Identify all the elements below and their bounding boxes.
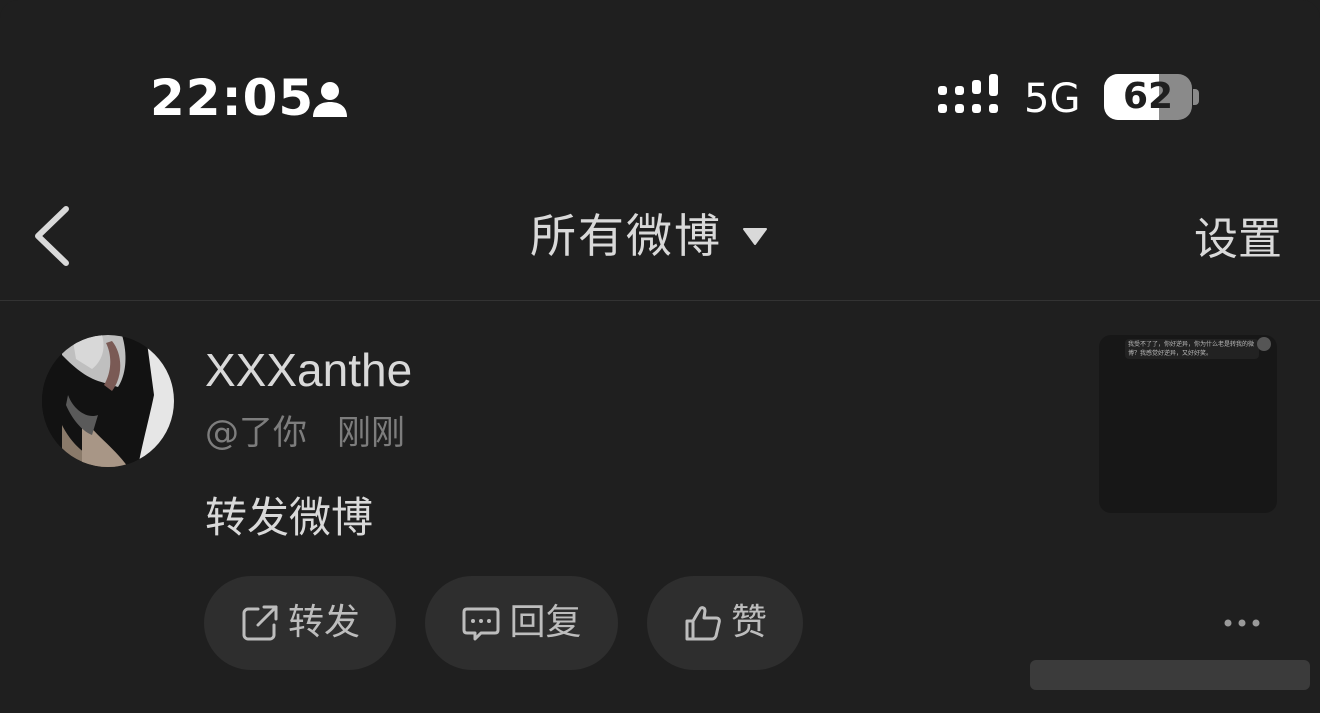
feed-filter-dropdown[interactable]: 所有微博 bbox=[530, 206, 768, 266]
battery-level: 62 bbox=[1122, 76, 1174, 117]
nav-title: 所有微博 bbox=[530, 209, 722, 263]
username[interactable]: XXXanthe bbox=[205, 340, 412, 400]
battery-icon: 62 bbox=[1104, 74, 1192, 120]
share-icon bbox=[242, 605, 278, 641]
post-time: 刚刚 bbox=[337, 413, 405, 453]
caret-down-icon bbox=[743, 228, 767, 245]
comment-icon bbox=[462, 607, 500, 641]
battery-tip bbox=[1193, 89, 1199, 105]
status-time: 22:05 bbox=[150, 69, 315, 127]
like-button[interactable]: 赞 bbox=[647, 576, 803, 670]
settings-button[interactable]: 设置 bbox=[1194, 210, 1282, 270]
divider bbox=[0, 300, 1320, 301]
avatar[interactable] bbox=[42, 335, 174, 467]
repost-label: 转发 bbox=[287, 602, 360, 643]
chevron-left-icon[interactable] bbox=[30, 205, 78, 267]
person-icon bbox=[313, 82, 347, 117]
signal-icon bbox=[938, 74, 998, 113]
post-thumbnail[interactable]: 我受不了了，你好逆异，你为什么老是转我的微博？我感觉好逆异，又好好笑。 bbox=[1099, 335, 1277, 513]
watermark bbox=[1030, 660, 1310, 690]
post-content: 转发微博 bbox=[205, 493, 374, 542]
app-screen: 22:05 5G 62 所有微博 设置 XXXanthe @了你 刚刚 转发微博… bbox=[0, 0, 1320, 713]
thumbnail-avatar bbox=[1257, 337, 1271, 351]
repost-button[interactable]: 转发 bbox=[204, 576, 396, 670]
thumbs-up-icon bbox=[685, 606, 721, 641]
reply-button[interactable]: 回复 bbox=[425, 576, 618, 670]
network-type: 5G bbox=[1024, 76, 1081, 122]
post-meta: @了你 刚刚 bbox=[205, 408, 405, 458]
avatar-image bbox=[42, 335, 174, 467]
more-icon[interactable] bbox=[1218, 608, 1266, 638]
mention-text: @了你 bbox=[205, 413, 307, 453]
reply-label: 回复 bbox=[509, 602, 582, 643]
like-label: 赞 bbox=[730, 602, 767, 643]
thumbnail-caption: 我受不了了，你好逆异，你为什么老是转我的微博？我感觉好逆异，又好好笑。 bbox=[1125, 339, 1259, 359]
